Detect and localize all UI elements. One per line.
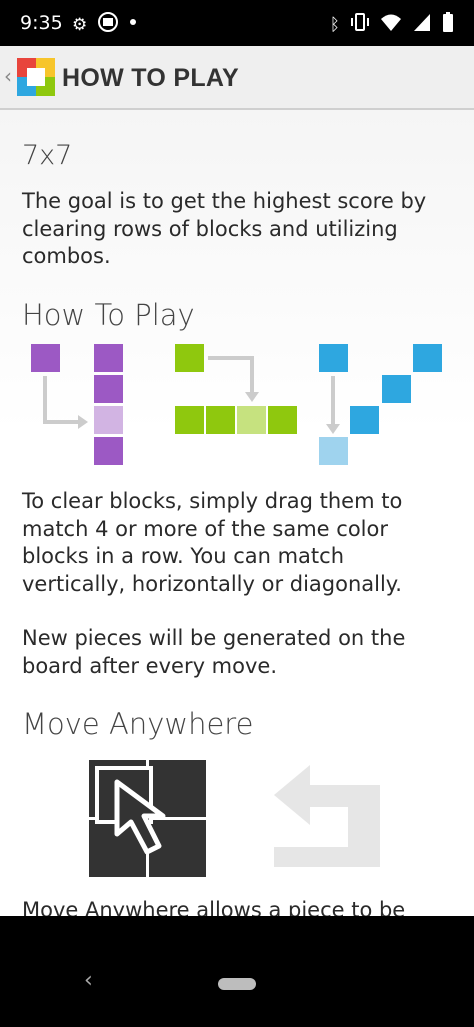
nav-home-pill[interactable] xyxy=(218,978,256,990)
horizontal-match-illustration xyxy=(175,344,297,434)
page-title: HOW TO PLAY xyxy=(62,64,239,92)
status-bar: 9:35 ⚙ ᛒ xyxy=(0,0,474,46)
undo-arrow-icon xyxy=(274,765,380,867)
how-to-play-heading: How To Play xyxy=(22,298,195,332)
app-logo-icon[interactable] xyxy=(17,58,55,96)
new-pieces-text: New pieces will be generated on the boar… xyxy=(22,626,406,678)
settings-icon: ⚙ xyxy=(72,14,88,35)
back-chevron-icon[interactable]: ‹ xyxy=(4,64,12,88)
bluetooth-icon: ᛒ xyxy=(329,14,340,35)
status-time: 9:35 xyxy=(20,12,63,34)
move-anywhere-text: Move Anywhere allows a piece to be xyxy=(22,898,406,916)
app-bar: ‹ HOW TO PLAY xyxy=(0,46,474,110)
sim-icon xyxy=(97,11,119,38)
match-diagram xyxy=(0,342,474,472)
mode-heading: 7x7 xyxy=(22,140,73,171)
vibrate-icon xyxy=(350,11,370,38)
vertical-match-illustration xyxy=(31,344,123,465)
goal-text: The goal is to get the highest score by … xyxy=(22,189,427,268)
battery-icon xyxy=(442,11,454,38)
clear-blocks-text: To clear blocks, simply drag them to mat… xyxy=(22,489,403,596)
move-anywhere-cursor-icon xyxy=(89,760,206,877)
dot-icon xyxy=(129,11,137,38)
diagonal-match-illustration xyxy=(319,344,442,465)
wifi-icon xyxy=(380,11,402,38)
help-content[interactable]: 7x7 The goal is to get the highest score… xyxy=(0,110,474,916)
signal-icon xyxy=(412,11,432,38)
move-anywhere-heading: Move Anywhere xyxy=(22,707,254,741)
system-nav-bar: ‹ xyxy=(0,916,474,1027)
nav-back-icon[interactable]: ‹ xyxy=(84,968,93,993)
